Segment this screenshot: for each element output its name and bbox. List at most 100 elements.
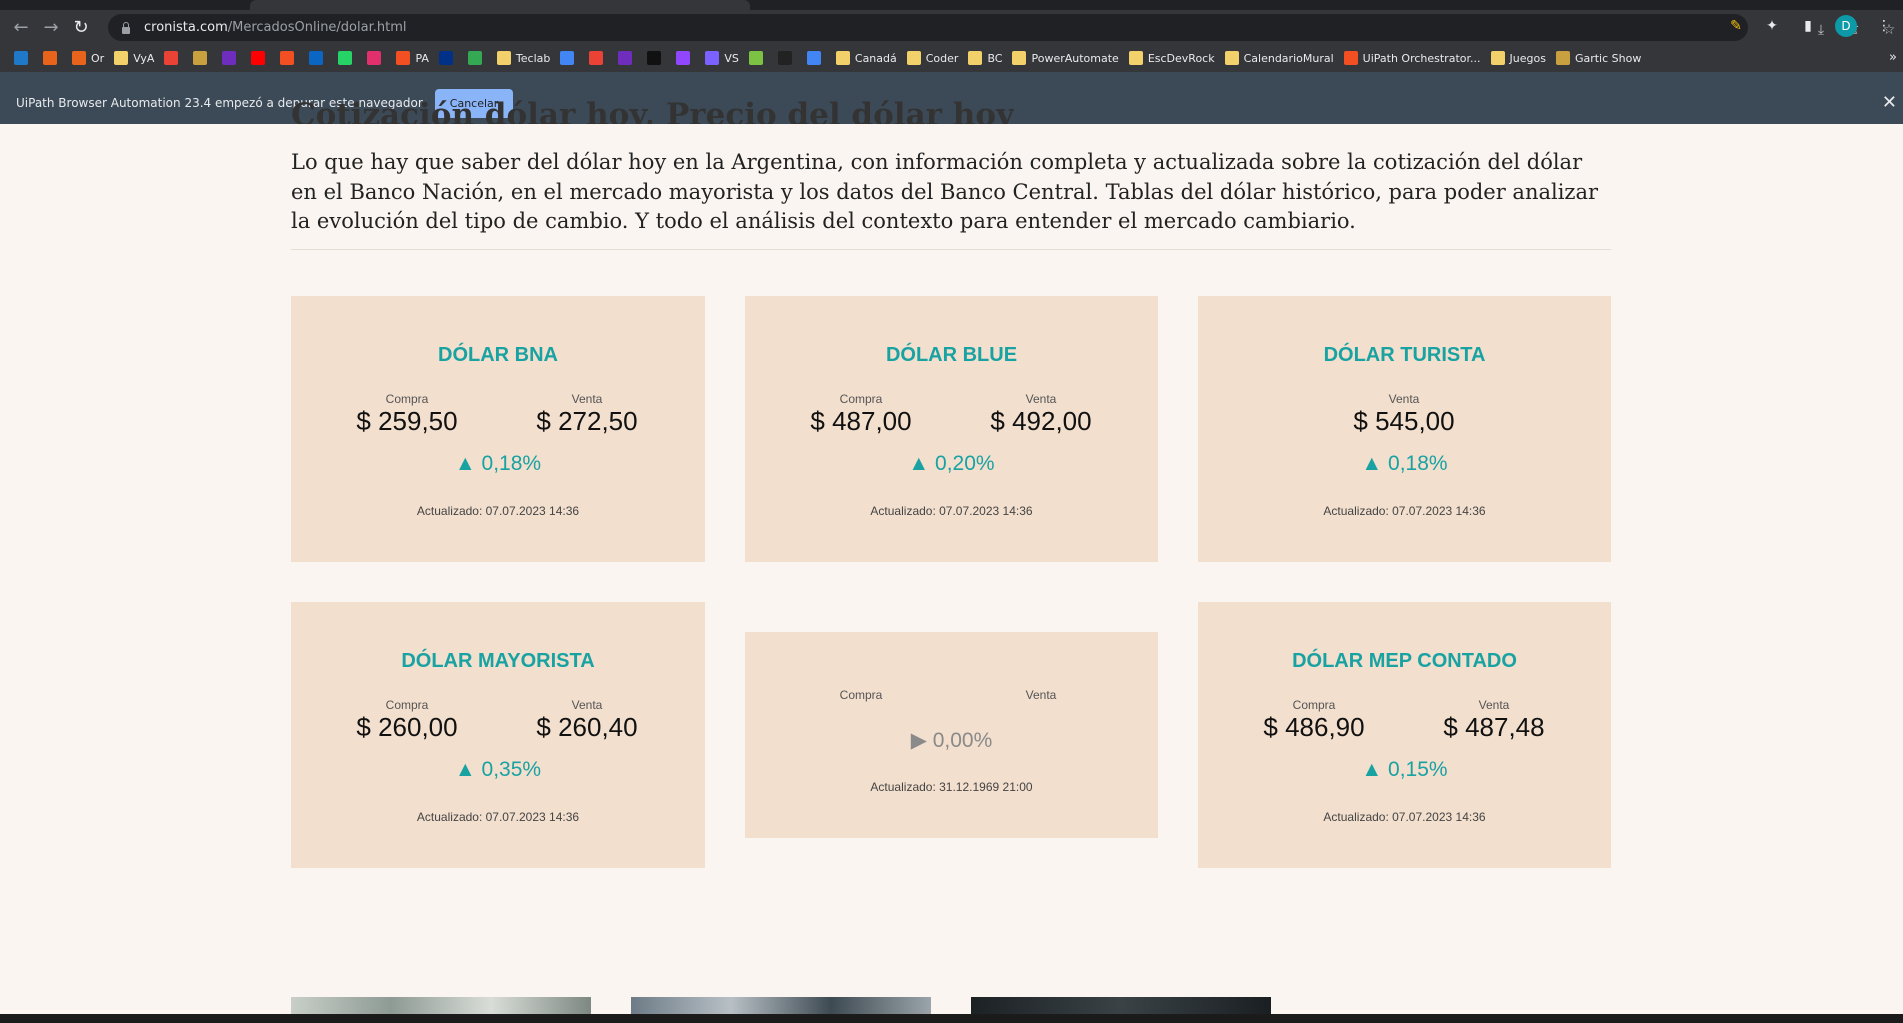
card-empty[interactable]: Compra Venta ▶ 0,00% Actualizado: 31.12.…: [745, 632, 1158, 838]
updated-timestamp: Actualizado: 07.07.2023 14:36: [416, 504, 580, 518]
bookmark-favicon-icon: [676, 51, 691, 65]
bookmark-item[interactable]: PA: [396, 51, 429, 65]
bookmark-item[interactable]: EscDevRock: [1128, 51, 1215, 65]
sell-value: $ 492,00: [990, 406, 1092, 436]
bookmark-item[interactable]: [280, 51, 299, 65]
change-percent: ▲ 0,35%: [454, 758, 542, 781]
bookmark-label: Or: [91, 51, 105, 65]
sell-value: $ 260,40: [536, 712, 638, 742]
bookmark-item[interactable]: [367, 51, 386, 65]
sell-label: Venta: [1388, 392, 1420, 406]
bookmark-label: EscDevRock: [1147, 51, 1215, 65]
bookmark-item[interactable]: [647, 51, 666, 65]
back-icon[interactable]: ←: [6, 12, 36, 42]
bookmark-favicon-icon: [560, 51, 575, 65]
active-tab[interactable]: [250, 0, 750, 10]
extensions-icon[interactable]: ✦: [1763, 18, 1781, 34]
sell-label: Venta: [1025, 688, 1057, 702]
updated-timestamp: Actualizado: 07.07.2023 14:36: [1323, 810, 1486, 824]
sell-price: Venta $ 487,48: [1414, 698, 1574, 742]
sell-price: Venta $ 272,50: [507, 392, 667, 436]
sell-value: $ 545,00: [1353, 406, 1455, 436]
buy-label: Compra: [385, 698, 429, 712]
buy-value: $ 260,00: [356, 712, 458, 742]
buy-value: $ 487,00: [810, 406, 912, 436]
card-dolar-bna[interactable]: DÓLAR BNA Compra $ 259,50 Venta $ 272,50…: [291, 296, 705, 562]
bookmark-item[interactable]: Canadá: [835, 51, 897, 65]
bookmark-favicon-icon: [72, 51, 86, 65]
bookmark-item[interactable]: [777, 51, 797, 65]
bookmark-favicon-icon: [43, 51, 57, 65]
bookmark-item[interactable]: Gartic Show: [1555, 51, 1641, 65]
card-dolar-mayorista[interactable]: DÓLAR MAYORISTA Compra $ 260,00 Venta $ …: [291, 602, 705, 868]
change-percent: ▲ 0,18%: [1361, 452, 1448, 475]
bookmark-item[interactable]: [251, 51, 270, 65]
bookmark-item[interactable]: [589, 51, 608, 65]
article-thumbnail[interactable]: [631, 997, 931, 1015]
bookmark-item[interactable]: [560, 51, 579, 65]
profile-avatar[interactable]: D: [1835, 15, 1857, 37]
bookmark-item[interactable]: [43, 51, 62, 65]
bookmark-label: UiPath Orchestrator...: [1362, 51, 1481, 65]
bookmark-item[interactable]: VS: [705, 51, 739, 65]
bookmark-item[interactable]: UiPath Orchestrator...: [1343, 51, 1481, 65]
menu-icon[interactable]: ⋮: [1875, 18, 1893, 34]
pen-extension-icon[interactable]: ✎: [1727, 18, 1745, 34]
bookmark-item[interactable]: VyA: [114, 51, 154, 65]
bookmark-item[interactable]: Coder: [906, 51, 958, 65]
bookmark-label: VyA: [133, 51, 155, 65]
bookmark-favicon-icon: [1343, 51, 1358, 65]
bookmark-item[interactable]: [222, 51, 241, 65]
bookmark-favicon-icon: [438, 51, 453, 65]
forward-icon[interactable]: →: [36, 12, 66, 42]
card-title: DÓLAR BLUE: [885, 344, 1018, 366]
bookmark-item[interactable]: [338, 51, 357, 65]
updated-timestamp: Actualizado: 07.07.2023 14:36: [416, 810, 580, 824]
bookmark-item[interactable]: PowerAutomate: [1012, 51, 1119, 65]
close-icon[interactable]: ✕: [1882, 92, 1897, 113]
bookmark-item[interactable]: Or: [72, 51, 104, 65]
bookmark-favicon-icon: [251, 51, 266, 65]
buy-label: Compra: [839, 392, 883, 406]
bookmark-item[interactable]: [748, 51, 768, 65]
sell-label: Venta: [1025, 392, 1057, 406]
buy-price: Compra $ 487,00: [781, 392, 941, 436]
reload-icon[interactable]: ↻: [66, 12, 96, 42]
bookmark-item[interactable]: [164, 51, 183, 65]
bookmark-item[interactable]: [676, 51, 695, 65]
sell-value: $ 272,50: [536, 406, 638, 436]
bookmark-item[interactable]: [438, 51, 458, 65]
bookmark-favicon-icon: [14, 51, 28, 65]
bookmarks-bar: Or VyA PA Teclab VS Canadá Coder BC PowerAutomat…: [0, 44, 1903, 72]
change-percent: ▲ 0,15%: [1361, 758, 1448, 781]
bookmark-item[interactable]: [806, 51, 826, 65]
card-dolar-mep[interactable]: DÓLAR MEP CONTADO Compra $ 486,90 Venta …: [1198, 602, 1611, 868]
bookmark-item[interactable]: CalendarioMural: [1224, 51, 1334, 65]
bookmark-item[interactable]: [467, 51, 487, 65]
bookmark-item[interactable]: [193, 51, 212, 65]
article-thumbnail[interactable]: [291, 997, 591, 1015]
bookmark-item[interactable]: [309, 51, 328, 65]
bookmark-label: Teclab: [515, 51, 551, 65]
change-percent: ▲ 0,20%: [908, 452, 995, 475]
bookmark-favicon-icon: [1224, 51, 1239, 65]
bookmark-label: PA: [415, 51, 429, 65]
card-dolar-blue[interactable]: DÓLAR BLUE Compra $ 487,00 Venta $ 492,0…: [745, 296, 1158, 562]
bookmark-item[interactable]: BC: [968, 51, 1002, 65]
bookmark-favicon-icon: [164, 51, 179, 65]
side-panel-icon[interactable]: ▮: [1799, 18, 1817, 34]
address-bar[interactable]: cronista.com /MercadosOnline/dolar.html …: [108, 14, 1895, 41]
article-thumbnail[interactable]: [971, 997, 1271, 1015]
bookmark-favicon-icon: [748, 51, 763, 65]
buy-price: Compra $ 259,50: [327, 392, 487, 436]
bookmark-item[interactable]: [618, 51, 637, 65]
bookmark-favicon-icon: [589, 51, 604, 65]
bookmarks-more-icon[interactable]: »: [1889, 50, 1897, 65]
bookmark-item[interactable]: Juegos: [1490, 51, 1546, 65]
divider: [291, 249, 1611, 250]
card-dolar-turista[interactable]: DÓLAR TURISTA Venta $ 545,00 ▲ 0,18% Act…: [1198, 296, 1611, 562]
bookmark-favicon-icon: [1012, 51, 1027, 65]
bookmark-item[interactable]: [14, 51, 33, 65]
updated-timestamp: Actualizado: 31.12.1969 21:00: [870, 780, 1033, 794]
bookmark-item[interactable]: Teclab: [496, 51, 551, 65]
